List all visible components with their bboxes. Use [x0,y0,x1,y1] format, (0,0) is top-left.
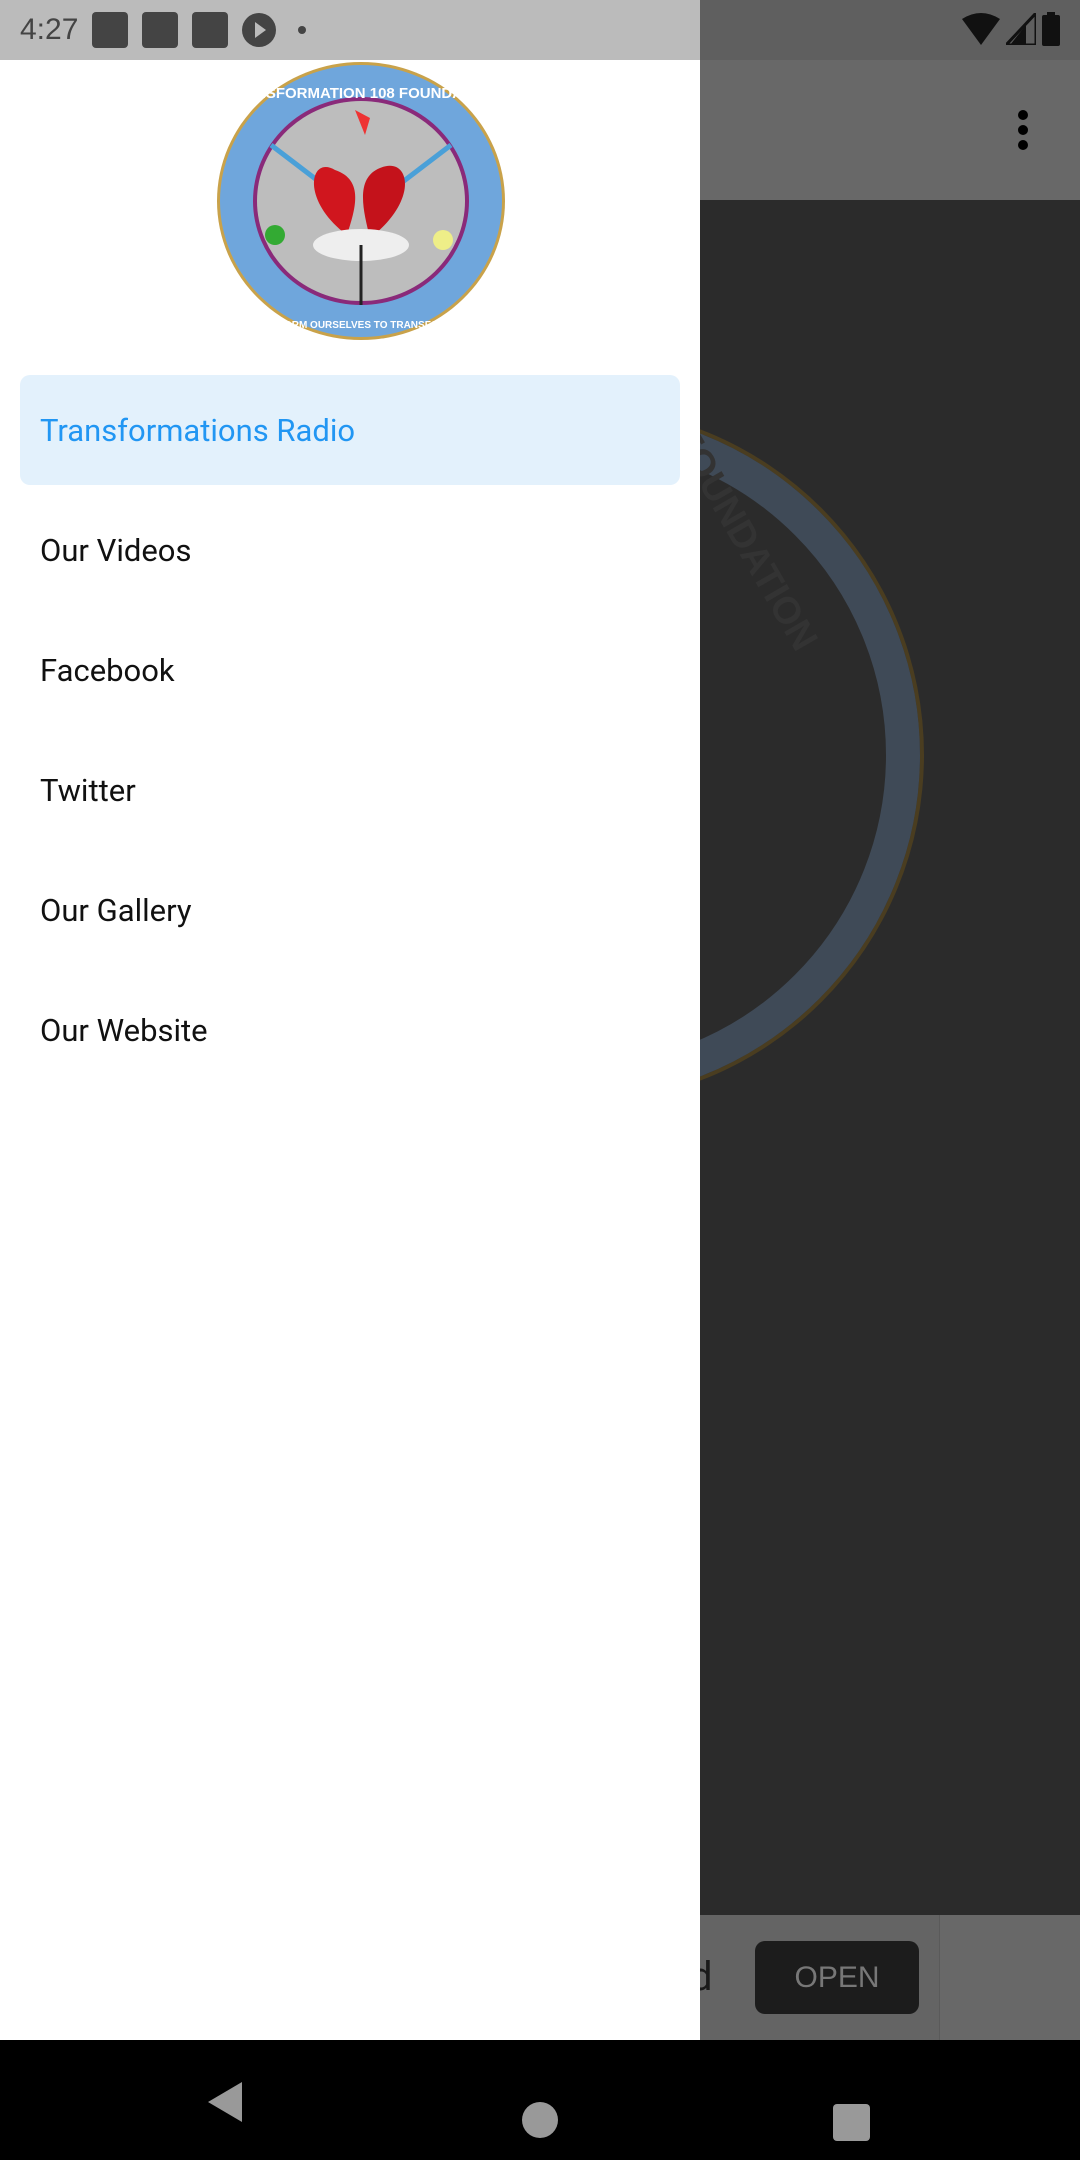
menu-item-label: Transformations Radio [40,411,356,449]
home-icon[interactable] [522,2102,558,2138]
wifi-icon [962,13,1000,45]
menu-item-label: Our Gallery [40,891,192,929]
notification-icon [142,12,179,48]
menu-item-label: Facebook [40,651,175,689]
navigation-bar [0,2040,1080,2160]
foundation-logo: TRANSFORMATION 108 FOUNDATION WE TRANSFO… [217,62,505,340]
battery-icon [1042,12,1060,46]
signal-icon [1006,13,1036,45]
status-bar: 4:27 [0,0,1080,60]
back-icon[interactable] [208,2082,242,2122]
menu-item-twitter[interactable]: Twitter [20,730,680,850]
menu-item-our-gallery[interactable]: Our Gallery [20,850,680,970]
more-notifications-icon [298,26,307,34]
menu-item-our-videos[interactable]: Our Videos [20,490,680,610]
logo-bottom-text: WE TRANSFORM OURSELVES TO TRANSFORM PEOP… [225,320,498,331]
notification-icon [92,12,129,48]
ad-open-button[interactable]: OPEN [755,1941,919,2014]
menu-item-label: Our Videos [40,531,192,569]
menu-item-label: Twitter [40,771,136,809]
menu-item-transformations-radio[interactable]: Transformations Radio [20,375,680,485]
clock: 4:27 [20,13,79,46]
menu-item-label: Our Website [40,1011,208,1049]
navigation-drawer: TRANSFORMATION 108 FOUNDATION WE TRANSFO… [0,60,700,2040]
menu-item-facebook[interactable]: Facebook [20,610,680,730]
play-icon [242,13,277,47]
drawer-menu: Transformations Radio Our Videos Faceboo… [0,375,700,1090]
notification-icon [192,12,229,48]
more-vert-icon[interactable] [1018,110,1028,155]
menu-item-our-website[interactable]: Our Website [20,970,680,1090]
recents-icon[interactable] [833,2104,870,2141]
logo-top-text: TRANSFORMATION 108 FOUNDATION [224,85,498,102]
